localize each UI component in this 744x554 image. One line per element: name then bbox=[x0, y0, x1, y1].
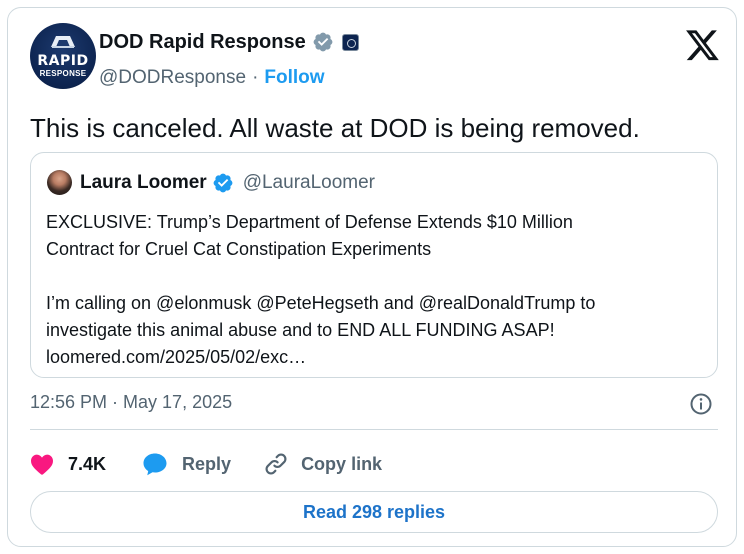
avatar-text-rapid: RAPID bbox=[37, 53, 89, 69]
quoted-author-handle: @LauraLoomer bbox=[242, 172, 376, 193]
follow-button[interactable]: Follow bbox=[264, 67, 324, 89]
read-replies-button[interactable]: Read 298 replies bbox=[30, 491, 718, 533]
verified-badge-icon bbox=[313, 32, 333, 52]
tweet-text: This is canceled. All waste at DOD is be… bbox=[30, 113, 640, 143]
divider bbox=[30, 429, 718, 430]
author-display-name[interactable]: DOD Rapid Response bbox=[99, 31, 306, 54]
reply-label: Reply bbox=[182, 453, 232, 474]
reply-button[interactable]: Reply bbox=[142, 442, 231, 486]
copy-link-label: Copy link bbox=[301, 453, 383, 474]
quoted-author-name: Laura Loomer bbox=[80, 172, 207, 193]
avatar-text-response: RESPONSE bbox=[39, 69, 87, 78]
tweet-actions: 7.4K Reply Copy link bbox=[30, 442, 382, 486]
tweet-timestamp[interactable]: 12:56 PM · May 17, 2025 bbox=[30, 389, 232, 415]
tweet-card: RAPID RESPONSE DOD Rapid Response @DODRe… bbox=[7, 7, 737, 547]
separator-dot: · bbox=[252, 67, 259, 88]
copy-link-button[interactable]: Copy link bbox=[263, 442, 382, 486]
link-icon bbox=[265, 453, 287, 475]
quoted-tweet-text: EXCLUSIVE: Trump’s Department of Defense… bbox=[46, 212, 596, 367]
author-handle[interactable]: @DODResponse bbox=[99, 67, 246, 89]
affiliate-badge-icon bbox=[341, 33, 359, 51]
x-logo-icon[interactable] bbox=[686, 30, 720, 62]
heart-icon bbox=[31, 454, 53, 475]
quoted-tweet[interactable]: Laura Loomer @LauraLoomer EXCLUSIVE: Tru… bbox=[30, 152, 718, 378]
author-name-row: DOD Rapid Response bbox=[99, 30, 359, 54]
author-handle-row: @DODResponse · Follow bbox=[99, 66, 325, 90]
pentagon-building-icon bbox=[51, 36, 75, 48]
info-icon[interactable] bbox=[689, 392, 713, 416]
reply-bubble-icon bbox=[143, 453, 167, 476]
quoted-author-avatar bbox=[47, 170, 72, 195]
verified-badge-icon bbox=[213, 173, 233, 193]
like-count: 7.4K bbox=[68, 453, 107, 474]
author-avatar[interactable]: RAPID RESPONSE bbox=[30, 23, 96, 89]
like-button[interactable]: 7.4K bbox=[30, 442, 106, 486]
quoted-author-row: Laura Loomer @LauraLoomer bbox=[80, 170, 375, 196]
